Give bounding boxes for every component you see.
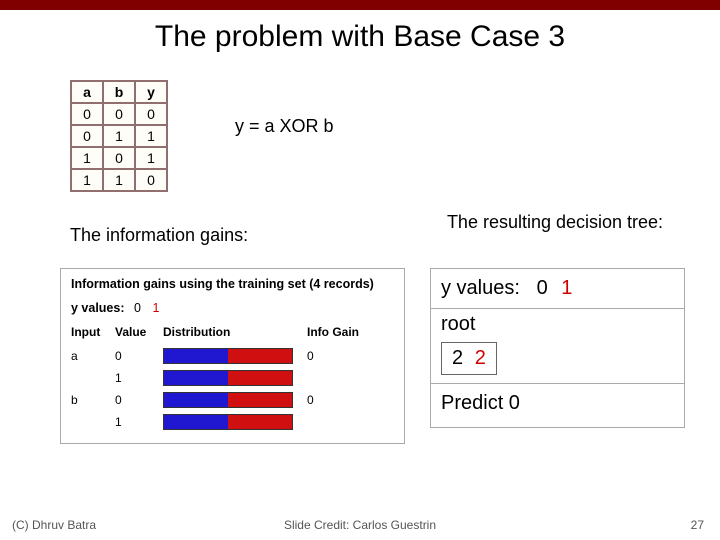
ig-input: a: [71, 346, 111, 366]
ig-gain: [307, 375, 377, 381]
table-row: 0 1 1: [71, 125, 167, 147]
tree-yvalues: y values: 0 1: [431, 269, 684, 308]
xor-col-b: b: [103, 81, 135, 103]
tree-count-1: 2: [475, 347, 486, 369]
ig-dist-bar: [163, 367, 303, 389]
footer-page-number: 27: [691, 518, 704, 532]
xor-col-a: a: [71, 81, 103, 103]
slide-footer: (C) Dhruv Batra Slide Credit: Carlos Gue…: [0, 518, 720, 532]
footer-credit: Slide Credit: Carlos Guestrin: [0, 518, 720, 532]
ig-gain: 0: [307, 346, 377, 366]
ig-title: Information gains using the training set…: [71, 277, 394, 291]
ig-gain: [307, 419, 377, 425]
info-gain-panel: Information gains using the training set…: [60, 268, 405, 444]
table-row: 1 1 0: [71, 169, 167, 191]
xor-table-region: a b y 0 0 0 0 1 1 1 0 1 1 1 0: [70, 80, 168, 192]
ig-value: 0: [115, 390, 159, 410]
ig-col-value: Value: [115, 325, 159, 345]
tree-count-0: 2: [452, 347, 463, 369]
ig-yvals-1: 1: [152, 301, 159, 315]
tree-root-label: root: [441, 313, 674, 336]
ig-col-gain: Info Gain: [307, 325, 377, 345]
ig-input: [71, 419, 111, 425]
ig-yvalues: y values: 0 1: [71, 301, 394, 315]
ig-input: b: [71, 390, 111, 410]
ig-col-input: Input: [71, 325, 111, 345]
ig-dist-bar: [163, 389, 303, 411]
decision-tree-panel: y values: 0 1 root 2 2 Predict 0: [430, 268, 685, 428]
ig-gain: 0: [307, 390, 377, 410]
tree-root-node: 2 2: [441, 342, 497, 375]
xor-truth-table: a b y 0 0 0 0 1 1 1 0 1 1 1 0: [70, 80, 168, 192]
ig-col-dist: Distribution: [163, 325, 303, 345]
ig-yvals-label: y values:: [71, 301, 125, 315]
top-accent-bar: [0, 0, 720, 10]
tree-yvals-0: 0: [537, 277, 548, 299]
info-gains-heading: The information gains:: [70, 225, 248, 246]
xor-equation: y = a XOR b: [235, 116, 334, 137]
ig-input: [71, 375, 111, 381]
tree-prediction: Predict 0: [431, 384, 684, 427]
footer-copyright: (C) Dhruv Batra: [12, 518, 96, 532]
ig-value: 1: [115, 368, 159, 388]
ig-value: 1: [115, 412, 159, 432]
tree-yvals-label: y values:: [441, 277, 520, 299]
xor-col-y: y: [135, 81, 167, 103]
ig-value: 0: [115, 346, 159, 366]
ig-yvals-0: 0: [134, 301, 141, 315]
tree-heading: The resulting decision tree:: [445, 212, 665, 233]
table-row: 0 0 0: [71, 103, 167, 125]
ig-dist-bar: [163, 345, 303, 367]
page-title: The problem with Base Case 3: [0, 10, 720, 62]
tree-root-area: root 2 2: [431, 309, 684, 383]
table-row: 1 0 1: [71, 147, 167, 169]
ig-dist-bar: [163, 411, 303, 433]
tree-yvals-1: 1: [561, 277, 572, 299]
ig-table: Input Value Distribution Info Gain a 0 0…: [71, 325, 394, 433]
